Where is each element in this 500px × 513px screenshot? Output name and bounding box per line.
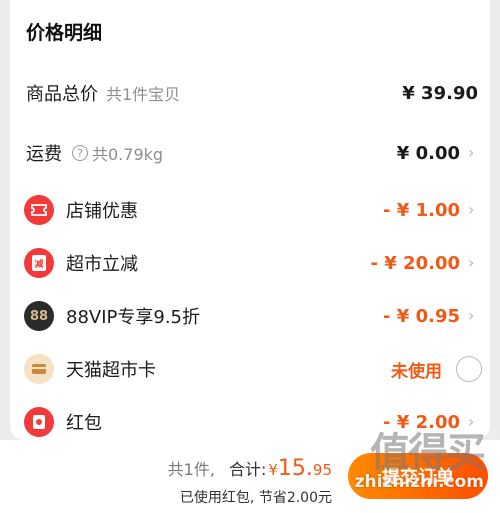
currency-symbol: ¥ [268,461,278,479]
red-packet-value: - ¥ 2.00 [383,411,460,433]
goods-count-label: 共1件宝贝 [106,85,181,104]
goods-total-label: 商品总价 [26,84,98,105]
red-packet-label: 红包 [66,413,102,434]
goods-total-value: ¥ 39.90 [402,82,478,104]
shipping-weight: 共0.79kg [92,145,164,164]
ticket-icon [24,195,54,225]
row-market-reduce[interactable]: 减 超市立减 - ¥ 20.00 › [10,243,490,283]
row-tmall-card[interactable]: 天猫超市卡 未使用 [10,349,490,389]
checkout-bar: 共1件, 合计: ¥ 15. 95 已使用红包, 节省2.00元 提交订单 [0,440,500,513]
total-amount-dec: 95 [312,461,332,479]
chevron-right-icon: › [468,253,475,272]
total-amount-int: 15. [277,456,313,481]
vip-value: - ¥ 0.95 [383,305,460,327]
red-packet-icon [24,407,54,437]
reduce-badge-icon: 减 [24,248,54,278]
item-count: 共1件, [167,460,215,479]
card-icon [24,354,54,384]
tmall-card-radio[interactable] [456,356,482,382]
chevron-right-icon: › [468,143,475,162]
savings-note: 已使用红包, 节省2.00元 [179,490,332,506]
store-discount-label: 店铺优惠 [66,201,138,222]
vip-label: 88VIP专享9.5折 [66,307,201,328]
row-88vip[interactable]: 88 88VIP专享9.5折 - ¥ 0.95 › [10,296,490,336]
chevron-right-icon: › [468,200,475,219]
total-label: 合计: [228,460,267,479]
submit-order-button[interactable]: 提交订单 [348,453,488,499]
market-reduce-label: 超市立减 [66,254,138,275]
question-circle-icon[interactable]: ? [72,145,88,161]
store-discount-value: - ¥ 1.00 [383,199,460,221]
tmall-card-status: 未使用 [391,361,442,382]
row-shipping[interactable]: 运费 ? 共0.79kg ¥ 0.00 › [10,133,490,173]
row-store-discount[interactable]: 店铺优惠 - ¥ 1.00 › [10,190,490,230]
shipping-value: ¥ 0.00 [396,142,460,164]
tmall-card-label: 天猫超市卡 [66,360,156,381]
section-title: 价格明细 [26,22,103,44]
row-goods-total: 商品总价 共1件宝贝 ¥ 39.90 [10,73,490,113]
price-detail-card: 价格明细 商品总价 共1件宝贝 ¥ 39.90 运费 ? 共0.79kg ¥ 0… [10,0,490,440]
chevron-right-icon: › [468,306,475,325]
chevron-right-icon: › [468,412,475,431]
shipping-label: 运费 [26,144,62,165]
row-red-packet[interactable]: 红包 - ¥ 2.00 › [10,402,490,442]
vip88-icon: 88 [24,301,54,331]
market-reduce-value: - ¥ 20.00 [370,252,460,274]
order-summary: 共1件, 合计: ¥ 15. 95 [168,456,332,481]
